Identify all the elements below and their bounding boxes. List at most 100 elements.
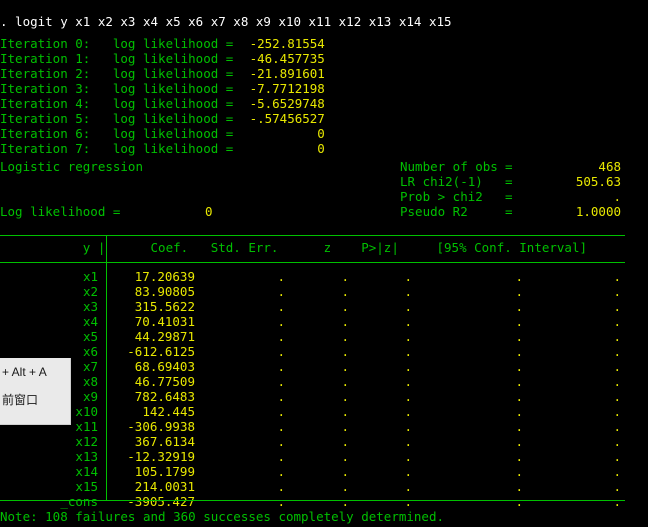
model-stat-label: Number of obs bbox=[400, 159, 498, 174]
iteration-row: Iteration 5: log likelihood = -.57456527 bbox=[0, 111, 325, 126]
z-cell: . bbox=[341, 359, 349, 374]
iteration-label: Iteration 6: log likelihood = bbox=[0, 126, 241, 141]
stderr-cell: . bbox=[277, 374, 285, 389]
stderr-cell: . bbox=[277, 329, 285, 344]
p-cell: . bbox=[404, 464, 412, 479]
coef-cell: 367.6134 bbox=[134, 434, 195, 449]
model-stat-value: 1.0000 bbox=[575, 204, 621, 219]
z-cell: . bbox=[341, 494, 349, 509]
model-title: Logistic regression bbox=[0, 159, 143, 174]
p-cell: . bbox=[404, 479, 412, 494]
variable-name-cell: x14 bbox=[75, 464, 98, 479]
z-cell: . bbox=[341, 404, 349, 419]
coef-cell: -3905.427 bbox=[127, 494, 195, 509]
ci-low-cell: . bbox=[515, 359, 523, 374]
iteration-value: 0 bbox=[317, 126, 325, 141]
iteration-value: -5.6529748 bbox=[249, 96, 325, 111]
p-cell: . bbox=[404, 359, 412, 374]
iteration-row: Iteration 0: log likelihood = -252.81554 bbox=[0, 36, 325, 51]
variable-name-cell: x12 bbox=[75, 434, 98, 449]
stderr-cell: . bbox=[277, 434, 285, 449]
ci-low-cell: . bbox=[515, 389, 523, 404]
p-cell: . bbox=[404, 449, 412, 464]
model-stat-equals: = bbox=[505, 189, 513, 204]
log-likelihood-value: 0 bbox=[205, 204, 213, 219]
stderr-cell: . bbox=[277, 464, 285, 479]
ci-high-cell: . bbox=[613, 434, 621, 449]
ci-high-cell: . bbox=[613, 284, 621, 299]
coef-cell: 142.445 bbox=[142, 404, 195, 419]
model-stat-equals: = bbox=[505, 174, 513, 189]
variable-name-cell: x2 bbox=[82, 284, 98, 299]
ci-high-cell: . bbox=[613, 299, 621, 314]
p-cell: . bbox=[404, 374, 412, 389]
model-stat-value: . bbox=[613, 189, 621, 204]
z-cell: . bbox=[341, 389, 349, 404]
z-cell: . bbox=[341, 449, 349, 464]
iteration-label: Iteration 3: log likelihood = bbox=[0, 81, 241, 96]
ci-high-cell: . bbox=[613, 359, 621, 374]
p-cell: . bbox=[404, 434, 412, 449]
iteration-label: Iteration 5: log likelihood = bbox=[0, 111, 241, 126]
stderr-cell: . bbox=[277, 479, 285, 494]
iteration-row: Iteration 3: log likelihood = -7.7712198 bbox=[0, 81, 325, 96]
variable-name-cell: x13 bbox=[75, 449, 98, 464]
ci-high-cell: . bbox=[613, 449, 621, 464]
coef-cell: -12.32919 bbox=[127, 449, 195, 464]
ci-low-cell: . bbox=[515, 284, 523, 299]
ci-low-cell: . bbox=[515, 344, 523, 359]
iteration-label: Iteration 1: log likelihood = bbox=[0, 51, 241, 66]
ci-high-cell: . bbox=[613, 374, 621, 389]
z-cell: . bbox=[341, 419, 349, 434]
ci-high-cell: . bbox=[613, 314, 621, 329]
ci-low-cell: . bbox=[515, 494, 523, 509]
p-cell: . bbox=[404, 494, 412, 509]
iteration-row: Iteration 4: log likelihood = -5.6529748 bbox=[0, 96, 325, 111]
iteration-value: 0 bbox=[317, 141, 325, 156]
ci-low-cell: . bbox=[515, 449, 523, 464]
model-stat-row: LR chi2(-1) = 505.63 bbox=[400, 174, 621, 189]
p-cell: . bbox=[404, 299, 412, 314]
p-cell: . bbox=[404, 344, 412, 359]
coef-cell: 83.90805 bbox=[134, 284, 195, 299]
ci-low-cell: . bbox=[515, 479, 523, 494]
table-header-rule bbox=[0, 262, 625, 263]
z-cell: . bbox=[341, 269, 349, 284]
coef-cell: 782.6483 bbox=[134, 389, 195, 404]
iteration-value: -21.891601 bbox=[249, 66, 325, 81]
ci-high-cell: . bbox=[613, 344, 621, 359]
iteration-row: Iteration 6: log likelihood = 0 bbox=[0, 126, 325, 141]
coef-cell: 105.1799 bbox=[134, 464, 195, 479]
note-line: Note: 108 failures and 360 successes com… bbox=[0, 509, 445, 524]
stderr-cell: . bbox=[277, 344, 285, 359]
tooltip-description-text: 前窗口 bbox=[2, 393, 39, 407]
z-cell: . bbox=[341, 479, 349, 494]
coef-cell: 44.29871 bbox=[134, 329, 195, 344]
model-stat-row: Number of obs = 468 bbox=[400, 159, 621, 174]
coef-cell: 68.69403 bbox=[134, 359, 195, 374]
iteration-value: -46.457735 bbox=[249, 51, 325, 66]
stderr-cell: . bbox=[277, 449, 285, 464]
ci-low-cell: . bbox=[515, 314, 523, 329]
iteration-row: Iteration 2: log likelihood = -21.891601 bbox=[0, 66, 325, 81]
ci-high-cell: . bbox=[613, 269, 621, 284]
stata-results-terminal[interactable]: . logit y x1 x2 x3 x4 x5 x6 x7 x8 x9 x10… bbox=[0, 0, 648, 527]
stderr-cell: . bbox=[277, 404, 285, 419]
z-cell: . bbox=[341, 434, 349, 449]
iteration-label: Iteration 2: log likelihood = bbox=[0, 66, 241, 81]
iteration-label: Iteration 4: log likelihood = bbox=[0, 96, 241, 111]
coef-cell: 17.20639 bbox=[134, 269, 195, 284]
model-stat-equals: = bbox=[505, 204, 513, 219]
p-cell: . bbox=[404, 404, 412, 419]
ci-high-cell: . bbox=[613, 419, 621, 434]
command-line: . logit y x1 x2 x3 x4 x5 x6 x7 x8 x9 x10… bbox=[0, 14, 452, 29]
p-cell: . bbox=[404, 419, 412, 434]
z-cell: . bbox=[341, 344, 349, 359]
iteration-row: Iteration 1: log likelihood = -46.457735 bbox=[0, 51, 325, 66]
log-likelihood-label: Log likelihood = bbox=[0, 204, 128, 219]
model-stat-value: 468 bbox=[598, 159, 621, 174]
z-cell: . bbox=[341, 329, 349, 344]
shortcut-tooltip-overlay[interactable]: + Alt + A 前窗口 bbox=[0, 358, 71, 425]
z-cell: . bbox=[341, 464, 349, 479]
stderr-cell: . bbox=[277, 419, 285, 434]
